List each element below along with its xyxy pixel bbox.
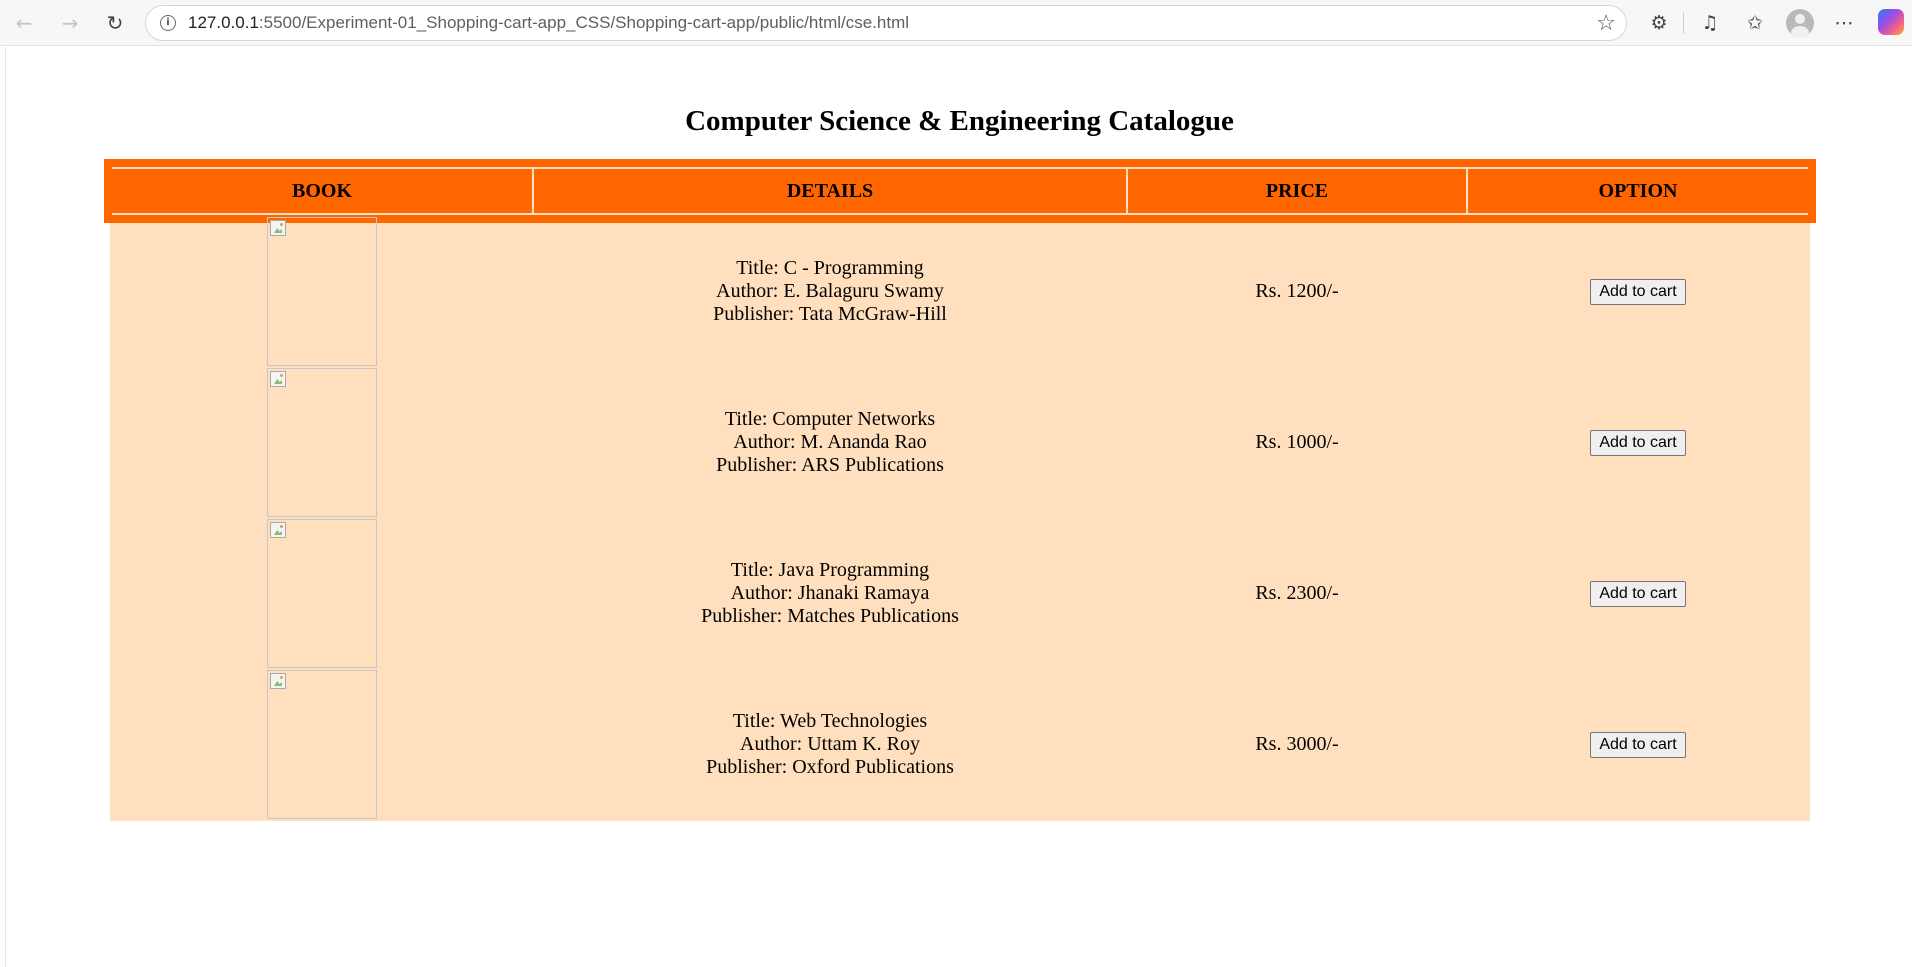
option-cell: Add to cart: [1468, 217, 1808, 366]
book-cell: [112, 670, 532, 819]
broken-image-icon: [270, 371, 286, 387]
header-option: OPTION: [1468, 167, 1808, 215]
table-row: Title: Java Programming Author: Jhanaki …: [112, 519, 1808, 668]
add-to-cart-button[interactable]: Add to cart: [1590, 731, 1686, 758]
more-icon[interactable]: ⋯: [1830, 9, 1858, 37]
add-to-cart-button[interactable]: Add to cart: [1590, 429, 1686, 456]
price-cell: Rs. 1000/-: [1255, 431, 1339, 453]
table-row: Title: C - Programming Author: E. Balagu…: [112, 217, 1808, 366]
extensions-icon[interactable]: ⚙: [1645, 9, 1673, 37]
details-cell: Title: Computer Networks Author: M. Anan…: [534, 368, 1126, 517]
site-info-icon[interactable]: i: [160, 15, 176, 31]
book-publisher: Publisher: Oxford Publications: [706, 756, 954, 778]
catalogue-table: BOOK DETAILS PRICE OPTION Title: C - Pro…: [104, 159, 1816, 821]
table-header-row: BOOK DETAILS PRICE OPTION: [104, 159, 1816, 223]
favorites-icon[interactable]: ✩: [1741, 9, 1769, 37]
book-image: [267, 670, 377, 819]
media-icon[interactable]: ♫: [1696, 9, 1724, 37]
details-cell: Title: Java Programming Author: Jhanaki …: [534, 519, 1126, 668]
broken-image-icon: [270, 522, 286, 538]
profile-icon[interactable]: [1786, 9, 1814, 37]
price-cell: Rs. 1200/-: [1255, 280, 1339, 302]
details-cell: Title: C - Programming Author: E. Balagu…: [534, 217, 1126, 366]
book-cell: [112, 519, 532, 668]
address-bar[interactable]: i 127.0.0.1:5500/Experiment-01_Shopping-…: [145, 5, 1627, 41]
book-cell: [112, 368, 532, 517]
book-publisher: Publisher: Matches Publications: [701, 605, 959, 627]
toolbar-divider: [1683, 12, 1684, 34]
browser-toolbar: ← → ↻ i 127.0.0.1:5500/Experiment-01_Sho…: [0, 0, 1912, 46]
book-author: Author: Jhanaki Ramaya: [730, 582, 930, 604]
price-cell: Rs. 2300/-: [1255, 582, 1339, 604]
option-cell: Add to cart: [1468, 368, 1808, 517]
back-icon[interactable]: ←: [10, 9, 38, 37]
option-cell: Add to cart: [1468, 670, 1808, 819]
book-title: Title: C - Programming: [736, 257, 924, 279]
book-author: Author: E. Balaguru Swamy: [716, 280, 944, 302]
book-cell: [112, 217, 532, 366]
add-to-cart-button[interactable]: Add to cart: [1590, 278, 1686, 305]
url-text[interactable]: 127.0.0.1:5500/Experiment-01_Shopping-ca…: [188, 6, 909, 40]
favorite-star-icon[interactable]: ☆: [1596, 11, 1616, 36]
book-publisher: Publisher: ARS Publications: [716, 454, 944, 476]
details-cell: Title: Web Technologies Author: Uttam K.…: [534, 670, 1126, 819]
header-price: PRICE: [1128, 167, 1466, 215]
add-to-cart-button[interactable]: Add to cart: [1590, 580, 1686, 607]
book-author: Author: M. Ananda Rao: [733, 431, 927, 453]
forward-icon[interactable]: →: [56, 9, 84, 37]
option-cell: Add to cart: [1468, 519, 1808, 668]
book-image: [267, 217, 377, 366]
url-host: 127.0.0.1: [188, 13, 259, 32]
book-image: [267, 519, 377, 668]
broken-image-icon: [270, 220, 286, 236]
table-row: Title: Computer Networks Author: M. Anan…: [112, 368, 1808, 517]
book-author: Author: Uttam K. Roy: [740, 733, 920, 755]
book-title: Title: Computer Networks: [724, 408, 936, 430]
header-book: BOOK: [112, 167, 532, 215]
reload-icon[interactable]: ↻: [101, 9, 129, 37]
broken-image-icon: [270, 673, 286, 689]
book-title: Title: Java Programming: [730, 559, 930, 581]
table-row: Title: Web Technologies Author: Uttam K.…: [112, 670, 1808, 819]
book-publisher: Publisher: Tata McGraw-Hill: [713, 303, 947, 325]
page-title: Computer Science & Engineering Catalogue: [685, 105, 1234, 137]
book-image: [267, 368, 377, 517]
copilot-icon[interactable]: [1878, 9, 1904, 35]
header-details: DETAILS: [534, 167, 1126, 215]
price-cell: Rs. 3000/-: [1255, 733, 1339, 755]
url-path: :5500/Experiment-01_Shopping-cart-app_CS…: [258, 13, 910, 32]
book-title: Title: Web Technologies: [732, 710, 928, 732]
page-viewport: Computer Science & Engineering Catalogue…: [5, 47, 1912, 967]
